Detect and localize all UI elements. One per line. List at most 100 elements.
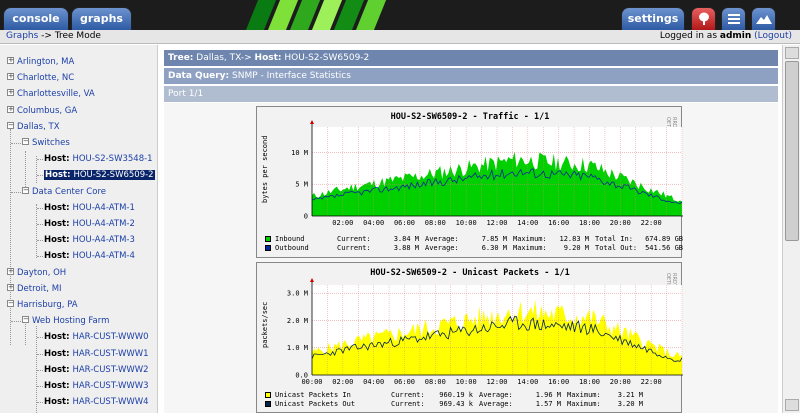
tree-group-8[interactable]: − Data Center Core (22, 185, 106, 199)
tree-host-label: HOU-A4-ATM-4 (72, 251, 135, 262)
tree-site-3[interactable]: + Columbus, GA (7, 104, 77, 118)
legend-maximum: 3.20 M (617, 400, 643, 408)
preview-view-button[interactable] (751, 7, 776, 30)
legend-current: 3.84 M (393, 235, 419, 243)
tree-host-12[interactable]: Host: HOU-A4-ATM-4 (44, 249, 135, 263)
tree-connector (11, 191, 21, 193)
logout-link[interactable]: (Logout) (754, 31, 792, 41)
traffic-graph[interactable]: HOU-S2-SW6509-2 - Traffic - 1/1 RRDTOOL … (256, 106, 683, 258)
tab-graphs[interactable]: graphs (71, 7, 132, 30)
expand-icon[interactable]: + (7, 267, 14, 275)
tree-host-18[interactable]: Host: HAR-CUST-WWW1 (44, 347, 149, 361)
expand-icon[interactable]: + (7, 89, 14, 97)
host-prefix: Host: (44, 332, 73, 343)
expand-icon[interactable]: + (7, 73, 14, 81)
scroll-thumb[interactable] (785, 61, 799, 241)
tree-site-label: Detroit, MI (17, 283, 62, 294)
collapse-icon[interactable]: − (22, 186, 29, 194)
legend-current: 3.88 M (393, 244, 419, 252)
host-prefix: Host: (44, 202, 73, 213)
legend-row: Unicast Packets Out Current: 969.43 k Avera… (265, 400, 643, 408)
tree-site-2[interactable]: + Charlottesville, VA (7, 87, 95, 101)
tab-console[interactable]: console (3, 7, 69, 30)
unicast-graph[interactable]: HOU-S2-SW6509-2 - Unicast Packets - 1/1 … (256, 262, 683, 413)
collapse-icon[interactable]: − (7, 300, 14, 307)
y-tick-label: 3.0 M (287, 290, 308, 298)
y-tick-label: 5 M (295, 181, 308, 189)
x-tick-label: 04:00 (363, 378, 384, 386)
graph-content-area: Tree: Dallas, TX-> Host: HOU-S2-SW6509-2… (164, 45, 778, 413)
legend-name: Unicast Packets In (275, 391, 351, 399)
tree-header-row: Tree: Dallas, TX-> Host: HOU-S2-SW6509-2 (164, 50, 778, 66)
tree-site-1[interactable]: + Charlotte, NC (7, 71, 74, 85)
legend-average-label: Average: (425, 244, 459, 252)
y-axis-arrow (310, 278, 314, 282)
legend-swatch (265, 245, 271, 251)
tree-host-19[interactable]: Host: HAR-CUST-WWW2 (44, 363, 149, 377)
tree-host-21[interactable]: Host: HAR-CUST-WWW4 (44, 395, 149, 409)
x-tick-label: 18:00 (579, 378, 600, 386)
tree-host-10[interactable]: Host: HOU-A4-ATM-2 (44, 217, 135, 231)
tree-view-button[interactable] (691, 7, 716, 30)
collapse-icon[interactable]: − (7, 121, 14, 129)
legend-row: Outbound Current: 3.88 M Average: 6.30 M Maxi… (265, 244, 683, 252)
tree-site-13[interactable]: + Dayton, OH (7, 266, 66, 280)
collapse-icon[interactable]: − (22, 138, 29, 145)
expand-icon[interactable]: + (7, 283, 14, 291)
scroll-down-arrow[interactable] (785, 399, 799, 411)
legend-swatch (265, 236, 271, 242)
legend-name: Outbound (275, 244, 309, 252)
graph-tree-sidebar: + Arlington, MA + Charlotte, NC + Charlottesv… (0, 45, 158, 413)
tree-connector (37, 175, 43, 177)
tree-host-17[interactable]: Host: HAR-CUST-WWW0 (44, 330, 149, 344)
port-label: Port 1/1 (168, 89, 204, 99)
breadcrumb-graphs-link[interactable]: Graphs (6, 31, 38, 41)
tree-site-0[interactable]: + Arlington, MA (7, 55, 74, 69)
tree-site-label: Dallas, TX (17, 121, 60, 132)
scroll-up-arrow[interactable] (785, 47, 799, 59)
tree-host-6[interactable]: Host: HOU-S2-SW3548-1 (44, 152, 153, 166)
list-view-button[interactable] (721, 7, 746, 30)
x-tick-label: 06:00 (394, 219, 415, 227)
x-tick-label: 12:00 (486, 378, 507, 386)
legend-average-label: Average: (425, 235, 459, 243)
tree-site-4[interactable]: − Dallas, TX (7, 120, 60, 134)
tree-host-11[interactable]: Host: HOU-A4-ATM-3 (44, 233, 135, 247)
legend-average: 1.57 M (535, 400, 561, 408)
tree-group-16[interactable]: − Web Hosting Farm (22, 314, 109, 328)
tree-connector (10, 129, 11, 345)
tree-connector (37, 256, 43, 258)
host-prefix: Host: (44, 364, 73, 375)
tree-group-label: Data Center Core (32, 186, 106, 197)
legend-average: 1.96 M (535, 391, 561, 399)
legend-total-label: Total Out: (595, 244, 638, 252)
expand-icon[interactable]: + (7, 57, 14, 64)
tab-settings[interactable]: settings (621, 7, 685, 30)
tree-group-label: Web Hosting Farm (32, 316, 110, 327)
y-tick-label: 0 (304, 213, 308, 221)
tree-site-14[interactable]: + Detroit, MI (7, 282, 62, 296)
tree-host-7[interactable]: Host: HOU-S2-SW6509-2 (44, 168, 155, 182)
collapse-icon[interactable]: − (22, 316, 29, 324)
tree-group-5[interactable]: − Switches (22, 136, 70, 150)
tree-host-9[interactable]: Host: HOU-A4-ATM-1 (44, 201, 135, 215)
tree-host-20[interactable]: Host: HAR-CUST-WWW3 (44, 379, 149, 393)
x-tick-label: 22:00 (641, 219, 662, 227)
legend-total: 541.56 GB (645, 244, 683, 252)
tree-connector (37, 386, 43, 387)
tree-host-label: HOU-S2-SW6509-2 (73, 170, 154, 181)
page-scrollbar[interactable] (782, 45, 800, 413)
x-tick-label: 12:00 (486, 219, 507, 227)
data-query-label: Data Query: (168, 71, 230, 81)
tree-connector (37, 224, 43, 225)
tree-host-label: HAR-CUST-WWW1 (72, 348, 149, 359)
legend-maximum-label: Maximum: (513, 235, 547, 243)
host-prefix: Host: (44, 348, 73, 359)
data-query-row: Data Query: SNMP - Interface Statistics (164, 68, 778, 84)
legend-maximum: 9.20 M (563, 244, 589, 252)
expand-icon[interactable]: + (7, 105, 14, 113)
x-tick-label: 14:00 (517, 219, 538, 227)
tree-site-label: Charlotte, NC (17, 73, 75, 84)
x-tick-label: 02:00 (332, 378, 353, 386)
tree-site-15[interactable]: − Harrisburg, PA (7, 298, 78, 312)
